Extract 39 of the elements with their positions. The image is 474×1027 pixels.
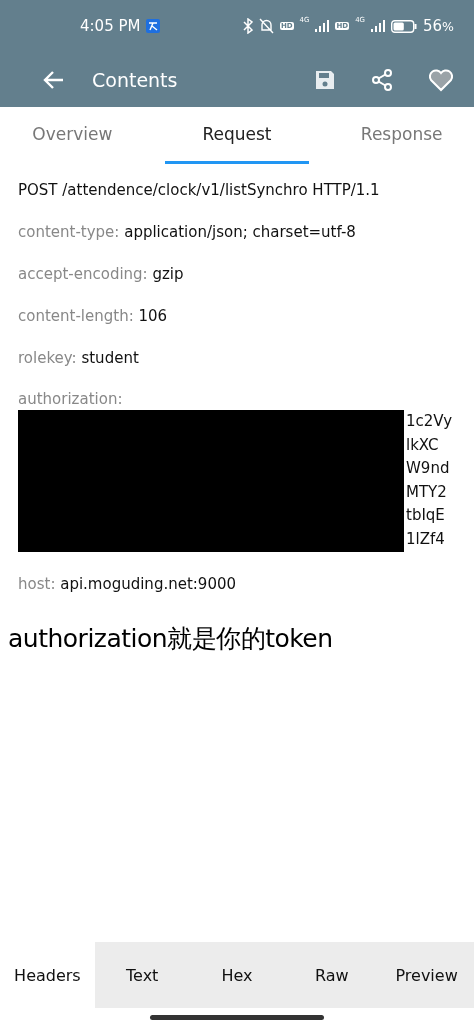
header-value: 106 bbox=[138, 307, 168, 325]
bottom-tab[interactable]: Preview bbox=[379, 942, 474, 1008]
header-key: content-type: bbox=[18, 223, 120, 241]
tab[interactable]: Request bbox=[164, 107, 310, 164]
bottom-tab[interactable]: Text bbox=[94, 942, 190, 1008]
bottom-tab[interactable]: Hex bbox=[189, 942, 285, 1008]
header-key: host: bbox=[18, 575, 56, 593]
header-key: authorization: bbox=[18, 390, 123, 408]
tab[interactable]: Overview bbox=[0, 107, 145, 164]
tab[interactable]: Response bbox=[329, 107, 474, 164]
share-button[interactable] bbox=[370, 67, 394, 92]
header-key: rolekey: bbox=[18, 349, 77, 367]
back-button[interactable] bbox=[42, 69, 64, 90]
token-fragment: lkXC bbox=[406, 434, 440, 456]
token-fragment: 1c2Vy bbox=[406, 411, 453, 432]
header-value: application/json; charset=utf-8 bbox=[124, 223, 356, 241]
signal-icon bbox=[371, 20, 385, 32]
signal-icon bbox=[315, 20, 330, 32]
battery-icon bbox=[391, 19, 417, 33]
battery-percent: 56% bbox=[423, 17, 454, 35]
bottom-tab[interactable]: Raw bbox=[284, 942, 380, 1008]
header-key: content-length: bbox=[18, 307, 134, 325]
token-fragment: MTY2 bbox=[406, 481, 448, 503]
save-button[interactable] bbox=[314, 68, 336, 91]
token-fragment: W9nd bbox=[406, 458, 451, 480]
header-value: gzip bbox=[152, 265, 184, 283]
translate-icon bbox=[146, 19, 161, 33]
header-value: student bbox=[81, 349, 139, 367]
bell-muted-icon bbox=[258, 18, 274, 34]
status-time: 4:05 PM bbox=[80, 17, 141, 35]
caption: authorization就是你的token bbox=[7, 623, 334, 655]
token-fragment: 1lZf4 bbox=[406, 528, 446, 550]
request-line: POST /attendence/clock/v1/listSynchro HTTP/1.1 bbox=[18, 180, 381, 200]
favorite-button[interactable] bbox=[428, 67, 454, 92]
token-fragment: tbIqE bbox=[406, 505, 446, 527]
app-bar-title: Contents bbox=[92, 68, 179, 91]
header-value: api.moguding.net:9000 bbox=[60, 575, 236, 593]
header-key: accept-encoding: bbox=[18, 265, 148, 283]
bluetooth-icon bbox=[242, 18, 253, 34]
